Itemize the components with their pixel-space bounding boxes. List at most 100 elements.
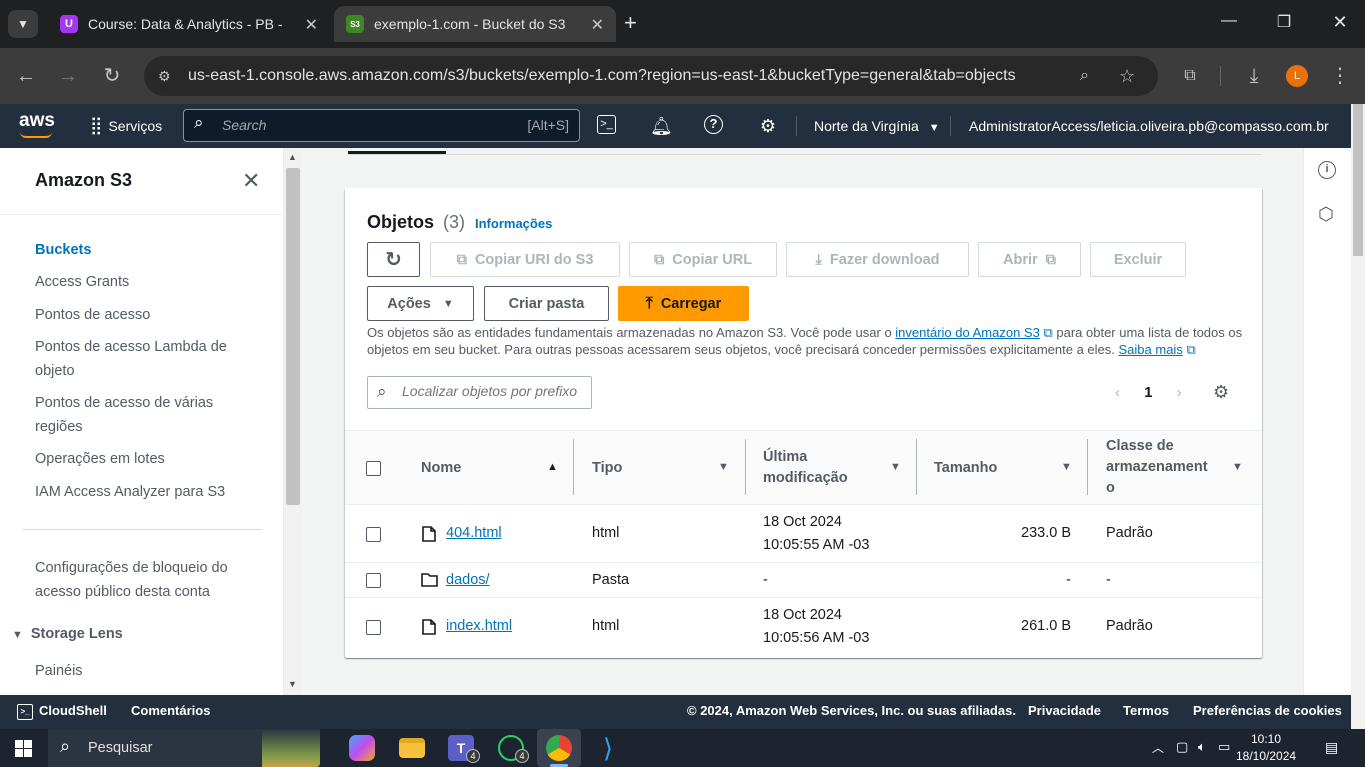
download-icon[interactable]: ⤓	[1240, 62, 1268, 90]
delete-button[interactable]: Excluir	[1090, 242, 1186, 277]
windows-start-icon[interactable]	[15, 740, 32, 757]
next-page-icon[interactable]: ›	[1177, 384, 1182, 401]
cloudshell-icon[interactable]: >_	[597, 115, 616, 134]
column-separator[interactable]	[573, 439, 574, 495]
create-folder-button[interactable]: Criar pasta	[484, 286, 609, 321]
minimize-icon[interactable]: —	[1217, 12, 1241, 30]
terms-link[interactable]: Termos	[1123, 695, 1169, 727]
current-page[interactable]: 1	[1144, 384, 1152, 401]
scroll-up-icon[interactable]: ▲	[288, 152, 297, 162]
object-name-link[interactable]: dados/	[446, 569, 490, 592]
copilot-icon[interactable]	[349, 735, 375, 761]
close-sidebar-icon[interactable]: ✕	[242, 168, 260, 194]
sidebar-item-iam-access-analyzer[interactable]: IAM Access Analyzer para S3	[35, 480, 255, 504]
tray-network-icon[interactable]: ▢	[1176, 739, 1188, 755]
page-scrollbar-thumb[interactable]	[1353, 104, 1363, 256]
column-separator[interactable]	[1087, 439, 1088, 495]
cookie-preferences-link[interactable]: Preferências de cookies	[1193, 695, 1342, 727]
table-row[interactable]: dados/ Pasta - - -	[345, 563, 1262, 598]
vscode-icon[interactable]: ⟩	[595, 735, 621, 761]
storage-lens-section[interactable]: ▼ Storage Lens	[12, 626, 123, 642]
sidebar-item-block-public-access[interactable]: Configurações de bloqueio do acesso públ…	[35, 556, 255, 604]
search-input[interactable]: ⌕ Search [Alt+S]	[183, 109, 580, 142]
prefix-filter-input[interactable]: ⌕	[367, 376, 592, 409]
aws-logo[interactable]: aws	[19, 110, 55, 132]
download-button[interactable]: ⤓ Fazer download	[786, 242, 969, 277]
forward-icon[interactable]: →	[54, 62, 82, 90]
bookmark-star-icon[interactable]: ☆	[1119, 56, 1135, 96]
open-button[interactable]: Abrir ⧉	[978, 242, 1081, 277]
col-name-header[interactable]: Nome	[421, 458, 461, 479]
comments-link[interactable]: Comentários	[131, 695, 210, 727]
info-panel-icon[interactable]: i	[1318, 161, 1336, 179]
sort-caret-icon[interactable]: ▼	[718, 461, 729, 473]
copy-s3-uri-button[interactable]: ⧉ Copiar URI do S3	[430, 242, 620, 277]
hexagon-settings-icon[interactable]: ⬡	[1318, 204, 1334, 225]
settings-gear-icon[interactable]: ⚙	[757, 115, 779, 137]
row-checkbox[interactable]	[366, 573, 381, 588]
sort-caret-icon[interactable]: ▼	[1232, 461, 1243, 473]
upload-button[interactable]: ⤒ Carregar	[618, 286, 749, 321]
object-name-link[interactable]: index.html	[446, 615, 512, 638]
col-modified-header[interactable]: Última modificação	[763, 447, 848, 489]
notifications-icon[interactable]: ▤	[1325, 739, 1338, 756]
browser-tab-s3[interactable]: S3 exemplo-1.com - Bucket do S3 ✕	[334, 6, 616, 42]
help-icon[interactable]: ?	[704, 115, 723, 134]
system-clock[interactable]: 10:10 18/10/2024	[1236, 731, 1296, 765]
back-icon[interactable]: ←	[12, 62, 40, 90]
close-window-icon[interactable]: ✕	[1328, 12, 1352, 33]
account-menu[interactable]: AdministratorAccess/leticia.oliveira.pb@…	[969, 104, 1351, 178]
inventory-link[interactable]: inventário do Amazon S3	[895, 325, 1040, 340]
sidebar-item-batch-operations[interactable]: Operações em lotes	[35, 447, 255, 471]
row-checkbox[interactable]	[366, 620, 381, 635]
sidebar-scrollbar-thumb[interactable]	[286, 168, 300, 505]
sidebar-item-dashboards[interactable]: Painéis	[35, 659, 255, 683]
actions-button[interactable]: Ações ▼	[367, 286, 474, 321]
cloudshell-button[interactable]: >_ CloudShell	[17, 695, 107, 727]
sidebar-item-buckets[interactable]: Buckets	[35, 238, 255, 262]
col-storage-class-header[interactable]: Classe de armazenament o	[1106, 436, 1208, 499]
column-separator[interactable]	[916, 439, 917, 495]
col-type-header[interactable]: Tipo	[592, 458, 622, 479]
browser-menu-icon[interactable]: ⋮	[1326, 62, 1354, 90]
sidebar-item-multi-region-access-points[interactable]: Pontos de acesso de várias regiões	[35, 391, 255, 439]
table-row[interactable]: index.html html 18 Oct 2024 10:05:56 AM …	[345, 598, 1262, 656]
reload-icon[interactable]: ↻	[98, 62, 126, 90]
sort-asc-icon[interactable]: ▲	[547, 461, 558, 473]
col-size-header[interactable]: Tamanho	[934, 458, 997, 479]
row-checkbox[interactable]	[366, 527, 381, 542]
column-separator[interactable]	[745, 439, 746, 495]
tray-battery-icon[interactable]: ▭	[1218, 739, 1230, 755]
tab-search-button[interactable]: ▼	[8, 10, 38, 38]
table-preferences-gear-icon[interactable]: ⚙	[1213, 382, 1229, 403]
sidebar-item-access-grants[interactable]: Access Grants	[35, 270, 255, 294]
zoom-search-icon[interactable]: ⌕	[1080, 56, 1089, 96]
refresh-button[interactable]: ↻	[367, 242, 420, 277]
object-name-link[interactable]: 404.html	[446, 522, 502, 545]
restore-icon[interactable]: ❐	[1272, 12, 1296, 32]
profile-avatar[interactable]: L	[1286, 65, 1308, 87]
notifications-bell-icon[interactable]: 🔔︎	[650, 115, 673, 137]
info-link[interactable]: Informações	[475, 216, 552, 231]
scroll-down-icon[interactable]: ▼	[288, 679, 297, 689]
services-menu[interactable]: ⣿ Serviços	[90, 104, 162, 148]
prefix-filter-field[interactable]	[402, 383, 584, 399]
prev-page-icon[interactable]: ‹	[1115, 384, 1120, 401]
tray-volume-muted-icon[interactable]: 🔈︎	[1198, 739, 1206, 755]
close-tab-icon[interactable]: ✕	[305, 15, 318, 35]
url-bar[interactable]: ⚙ us-east-1.console.aws.amazon.com/s3/bu…	[144, 56, 1158, 96]
extensions-icon[interactable]: ⧉	[1176, 62, 1204, 90]
browser-tab-course[interactable]: U Course: Data & Analytics - PB - ✕	[48, 6, 330, 42]
select-all-checkbox[interactable]	[366, 461, 381, 476]
chrome-icon[interactable]	[546, 735, 572, 761]
learn-more-link[interactable]: Saiba mais	[1119, 342, 1183, 357]
sort-caret-icon[interactable]: ▼	[890, 461, 901, 473]
file-explorer-icon[interactable]	[399, 738, 425, 758]
region-selector[interactable]: Norte da Virgínia ▼	[814, 104, 940, 148]
table-row[interactable]: 404.html html 18 Oct 2024 10:05:55 AM -0…	[345, 505, 1262, 563]
privacy-link[interactable]: Privacidade	[1028, 695, 1101, 727]
copy-url-button[interactable]: ⧉ Copiar URL	[629, 242, 777, 277]
tray-overflow-icon[interactable]: ︿	[1152, 739, 1164, 756]
taskbar-search[interactable]: ⌕ Pesquisar	[48, 729, 320, 767]
sidebar-item-access-points[interactable]: Pontos de acesso	[35, 303, 255, 327]
